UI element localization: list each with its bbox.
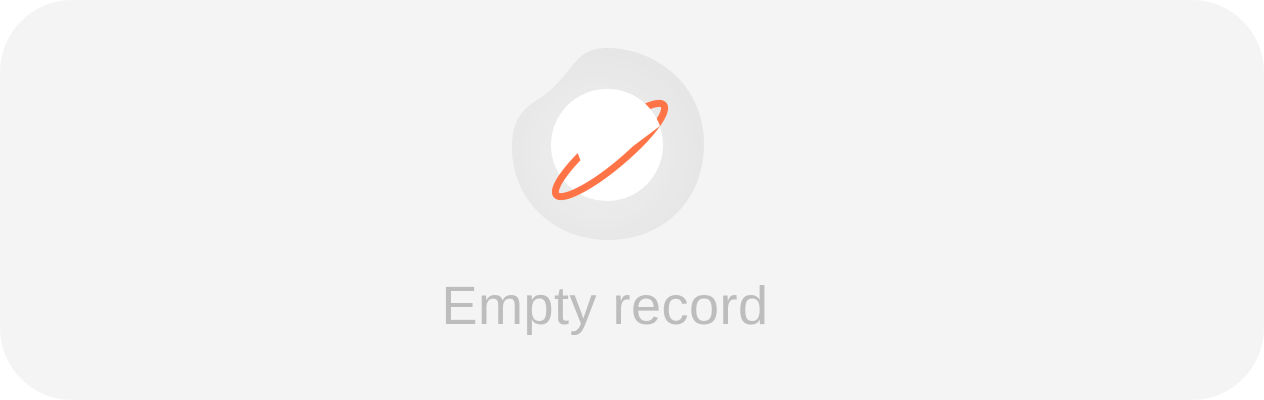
empty-state-card: Empty record: [0, 0, 1264, 400]
planet-icon: [512, 48, 704, 240]
empty-message: Empty record: [441, 276, 769, 336]
empty-illustration: [500, 40, 716, 250]
